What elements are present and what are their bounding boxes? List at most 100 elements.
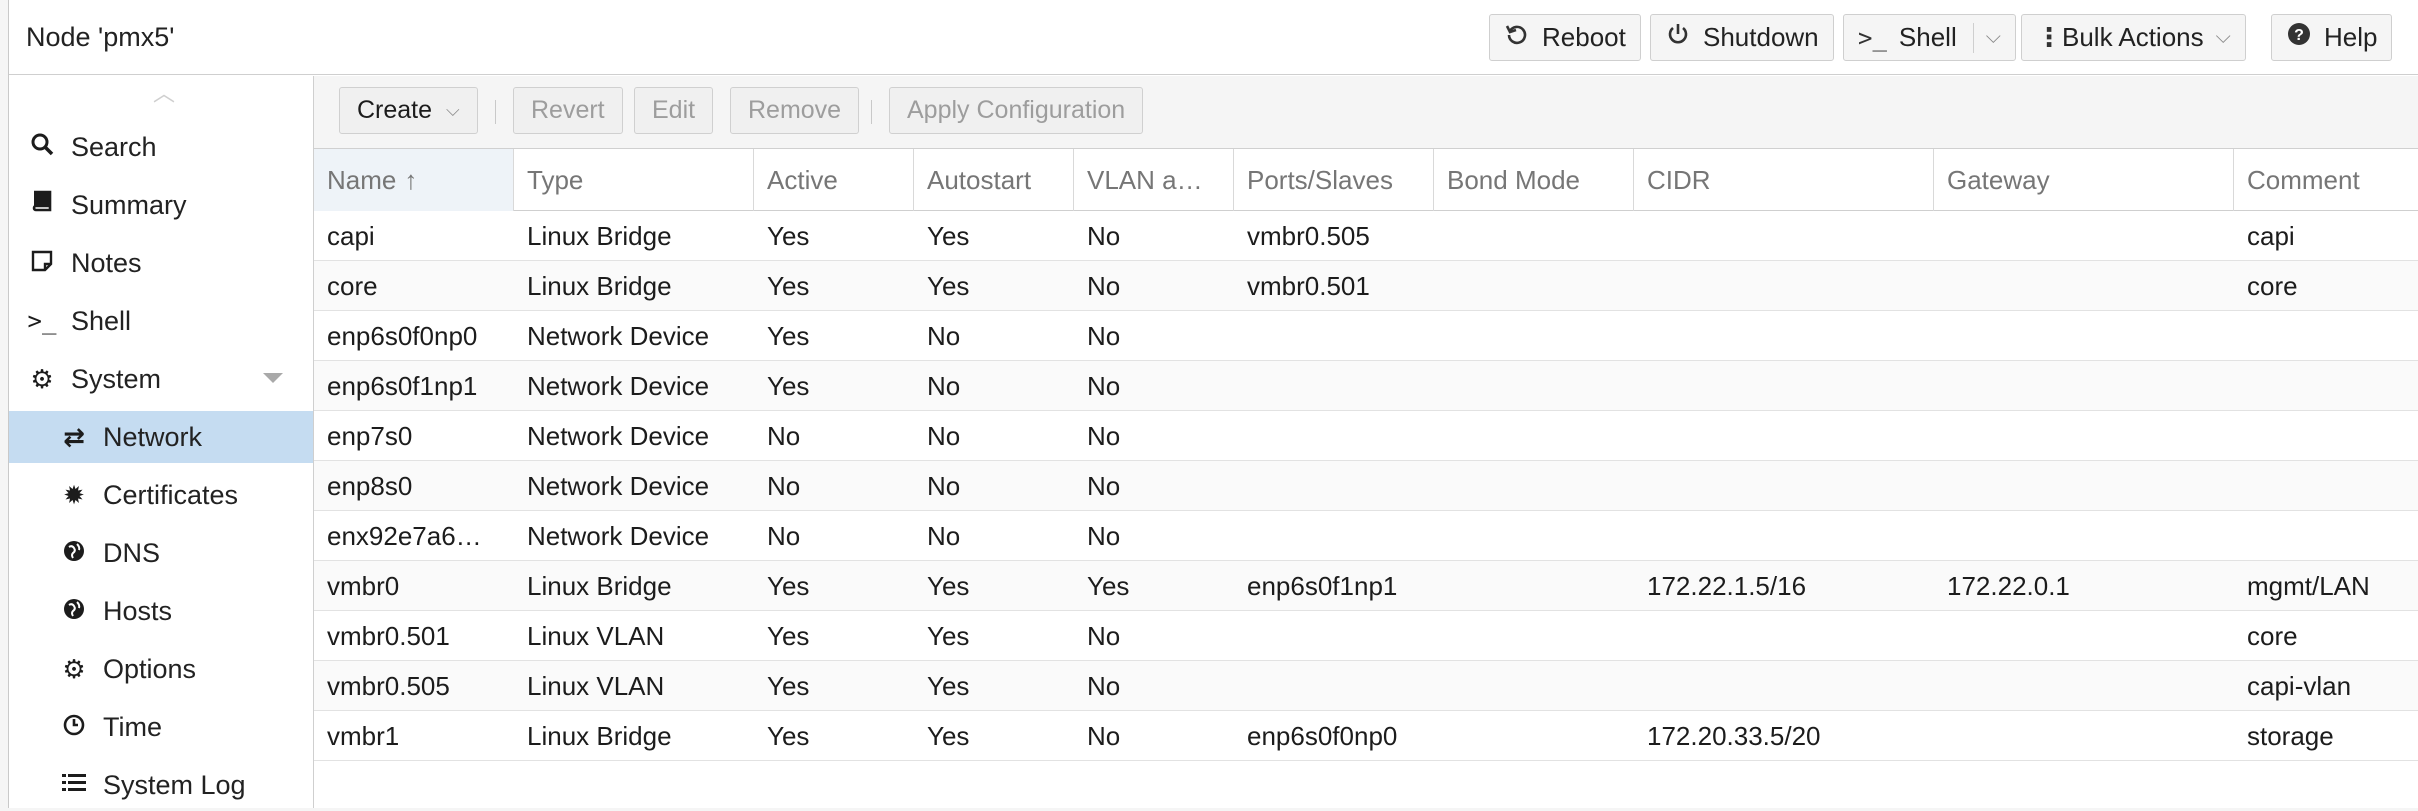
table-row[interactable]: enp6s0f0np0 Network Device Yes No No	[314, 311, 2418, 361]
caret-down-icon[interactable]	[263, 373, 283, 383]
cell-name: enp7s0	[327, 421, 413, 451]
cell-active: Yes	[767, 621, 810, 651]
shell-button[interactable]: >_ Shell ⌵	[1843, 14, 2016, 61]
table-row[interactable]: enp8s0 Network Device No No No	[314, 461, 2418, 511]
grid-body: capi Linux Bridge Yes Yes No vmbr0.505 capi cor…	[314, 211, 2418, 761]
column-header-bond-mode[interactable]: Bond Mode	[1434, 149, 1634, 211]
sidebar-item-label: DNS	[103, 537, 161, 568]
cell-bond-mode	[1434, 361, 1634, 411]
help-button[interactable]: ? Help	[2271, 14, 2393, 61]
sidebar-item-hosts[interactable]: Hosts	[9, 585, 313, 637]
cell-ports-slaves	[1234, 411, 1434, 461]
sidebar-item-network[interactable]: ⇄ Network	[9, 411, 313, 463]
column-header-type[interactable]: Type	[514, 149, 754, 211]
sidebar-item-notes[interactable]: Notes	[9, 237, 313, 289]
sidebar-item-label: Certificates	[103, 479, 239, 510]
cell-type: Linux Bridge	[527, 721, 672, 751]
column-header-ports-slaves[interactable]: Ports/Slaves	[1234, 149, 1434, 211]
cell-name: vmbr0	[327, 571, 400, 601]
reboot-button[interactable]: Reboot	[1489, 14, 1641, 61]
sidebar-item-system[interactable]: ⚙ System	[9, 353, 313, 405]
column-header-active[interactable]: Active	[754, 149, 914, 211]
exchange-icon: ⇄	[63, 421, 85, 452]
list-icon	[57, 770, 91, 801]
revert-button[interactable]: Revert	[513, 87, 623, 134]
create-label: Create	[357, 96, 433, 124]
cell-vlan-aware: Yes	[1087, 571, 1130, 601]
kebab-icon: ⋮	[2036, 22, 2062, 52]
column-header-cidr[interactable]: CIDR	[1634, 149, 1934, 211]
cell-vlan-aware: No	[1087, 321, 1121, 351]
column-header-vlan-aware[interactable]: VLAN a…	[1074, 149, 1234, 211]
table-row[interactable]: core Linux Bridge Yes Yes No vmbr0.501 core	[314, 261, 2418, 311]
column-header-gateway[interactable]: Gateway	[1934, 149, 2234, 211]
edit-button[interactable]: Edit	[634, 87, 714, 134]
table-row[interactable]: vmbr1 Linux Bridge Yes Yes No enp6s0f0np0 172.…	[314, 711, 2418, 761]
sidebar-item-label: Shell	[71, 305, 132, 336]
cell-cidr	[1634, 661, 1934, 711]
table-row[interactable]: enp7s0 Network Device No No No	[314, 411, 2418, 461]
cell-gateway	[1934, 361, 2234, 411]
clock-icon	[57, 712, 91, 743]
table-row[interactable]: vmbr0 Linux Bridge Yes Yes Yes enp6s0f1np1 172…	[314, 561, 2418, 611]
gear-icon: ⚙	[62, 653, 86, 684]
globe-icon	[57, 538, 91, 569]
table-row[interactable]: vmbr0.501 Linux VLAN Yes Yes No core	[314, 611, 2418, 661]
cell-ports-slaves: vmbr0.505	[1247, 221, 1370, 251]
cell-autostart: Yes	[927, 671, 970, 701]
cell-gateway: 172.22.0.1	[1947, 571, 2070, 601]
column-header-name[interactable]: Name ↑	[314, 149, 514, 211]
bulk-actions-button[interactable]: ⋮ Bulk Actions ⌵	[2021, 14, 2246, 61]
sidebar-item-certificates[interactable]: ✹ Certificates	[9, 469, 313, 521]
sidebar-item-label: System	[71, 363, 162, 394]
column-header-label: Bond Mode	[1447, 164, 1580, 195]
cell-name: capi	[327, 221, 375, 251]
table-row[interactable]: enp6s0f1np1 Network Device Yes No No	[314, 361, 2418, 411]
sidebar-item-time[interactable]: Time	[9, 701, 313, 753]
cell-vlan-aware: No	[1087, 371, 1121, 401]
cell-ports-slaves: vmbr0.501	[1247, 271, 1370, 301]
chevron-down-icon[interactable]: ⌵	[1986, 26, 2001, 49]
sidebar-item-label: Notes	[71, 247, 142, 278]
cell-active: No	[767, 521, 801, 551]
sidebar-item-options[interactable]: ⚙ Options	[9, 643, 313, 695]
table-row[interactable]: vmbr0.505 Linux VLAN Yes Yes No capi-vlan	[314, 661, 2418, 711]
cell-vlan-aware: No	[1087, 721, 1121, 751]
column-header-label: Type	[527, 164, 584, 195]
sidebar-item-system-log[interactable]: System Log	[9, 759, 313, 811]
cell-vlan-aware: No	[1087, 271, 1121, 301]
node-header: Node 'pmx5' Reboot Shutdown >_ Shell ⌵ ⋮…	[9, 0, 2418, 75]
sidebar-item-shell[interactable]: >_ Shell	[9, 295, 313, 347]
apply-configuration-button[interactable]: Apply Configuration	[889, 87, 1144, 134]
sidebar-item-search[interactable]: Search	[9, 121, 313, 173]
sidebar-item-label: Network	[103, 421, 203, 452]
column-header-label: CIDR	[1647, 164, 1711, 195]
note-icon	[25, 248, 59, 279]
cell-bond-mode	[1434, 661, 1634, 711]
column-header-label: Comment	[2247, 164, 2360, 195]
table-row[interactable]: enx92e7a6… Network Device No No No	[314, 511, 2418, 561]
cell-gateway	[1934, 261, 2234, 311]
cell-cidr	[1634, 261, 1934, 311]
cell-ports-slaves	[1234, 511, 1434, 561]
cell-vlan-aware: No	[1087, 521, 1121, 551]
cell-gateway	[1934, 611, 2234, 661]
cell-autostart: Yes	[927, 721, 970, 751]
cell-cidr: 172.22.1.5/16	[1647, 571, 1807, 601]
cell-bond-mode	[1434, 211, 1634, 261]
network-toolbar: Create ⌵ Revert Edit Remove Apply Config…	[314, 76, 2418, 149]
remove-button[interactable]: Remove	[730, 87, 860, 134]
column-header-comment[interactable]: Comment	[2234, 149, 2418, 211]
table-row[interactable]: capi Linux Bridge Yes Yes No vmbr0.505 capi	[314, 211, 2418, 261]
shutdown-button[interactable]: Shutdown	[1650, 14, 1834, 61]
certificate-icon: ✹	[63, 479, 85, 510]
cell-bond-mode	[1434, 511, 1634, 561]
sidebar-item-dns[interactable]: DNS	[9, 527, 313, 579]
cell-autostart: Yes	[927, 621, 970, 651]
column-header-autostart[interactable]: Autostart	[914, 149, 1074, 211]
create-button[interactable]: Create ⌵	[339, 87, 478, 134]
cell-cidr	[1634, 611, 1934, 661]
undo-icon	[1504, 22, 1530, 53]
scroll-up-icon[interactable]: ︿	[149, 83, 179, 105]
sidebar-item-summary[interactable]: Summary	[9, 179, 313, 231]
